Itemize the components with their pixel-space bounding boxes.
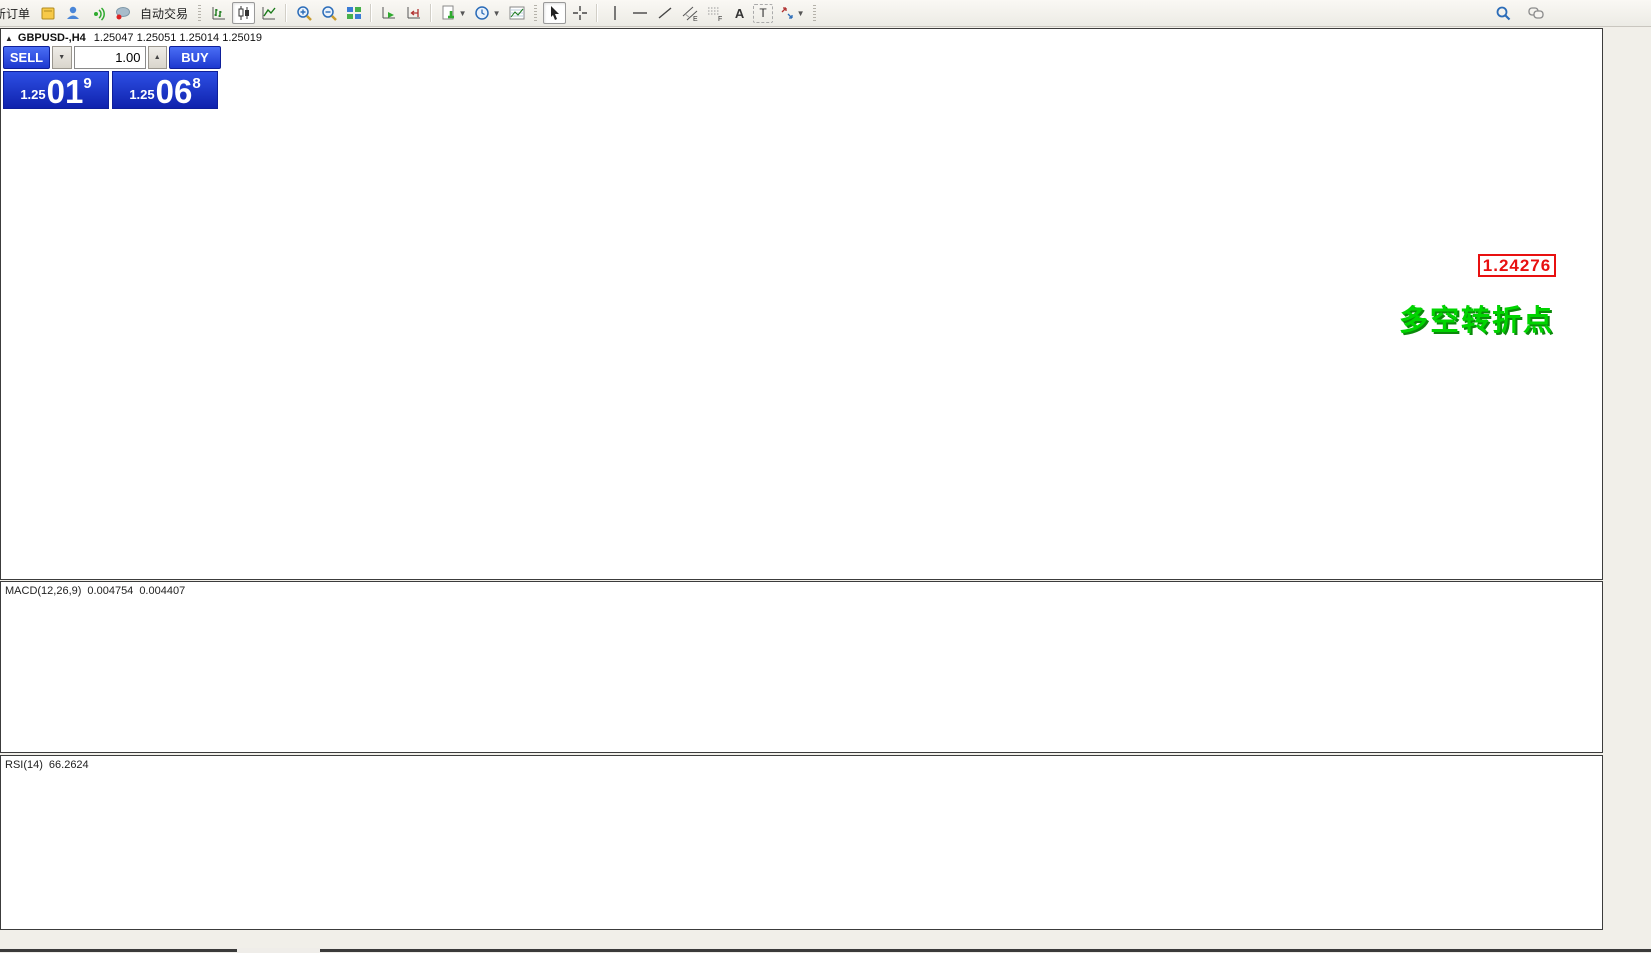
ask-big-digits: 06 — [156, 78, 193, 106]
annotation-price-box[interactable]: 1.24276 — [1478, 254, 1556, 277]
volume-input[interactable] — [74, 46, 146, 69]
toolbar-grip — [198, 5, 201, 21]
channel-letter: E — [693, 16, 698, 22]
ask-price[interactable]: 1.25 06 8 — [112, 71, 218, 109]
profile-icon[interactable] — [61, 2, 84, 24]
search-icon[interactable] — [1491, 2, 1514, 24]
bid-prefix: 1.25 — [20, 87, 45, 102]
trendline-tool-button[interactable] — [653, 2, 676, 24]
candlestick-chart[interactable] — [1, 29, 1602, 579]
sell-button[interactable]: SELL — [3, 46, 50, 69]
macd-signal-value: 0.004407 — [139, 585, 185, 597]
macd-panel[interactable]: MACD(12,26,9) 0.004754 0.004407 — [0, 581, 1603, 753]
macd-chart[interactable] — [1, 582, 1602, 752]
chart-shift-button[interactable] — [402, 2, 425, 24]
chat-icon[interactable] — [1524, 2, 1547, 24]
new-order-button[interactable]: 新订单 — [0, 3, 34, 24]
bid-big-digits: 01 — [47, 78, 84, 106]
toolbar-right-group — [1491, 2, 1547, 24]
annotation-text-label[interactable]: 多空转折点 — [1399, 297, 1554, 339]
mt4-window: 新订单 自动交易 ▼ ▼ E F A T ▼ — [0, 0, 1651, 953]
rsi-title: RSI(14) — [5, 759, 43, 771]
ohlc-values: 1.25047 1.25051 1.25014 1.25019 — [94, 32, 262, 44]
one-click-collapse-icon[interactable]: ▲ — [5, 34, 13, 43]
main-chart-panel[interactable]: ▲ GBPUSD-,H4 1.25047 1.25051 1.25014 1.250… — [0, 28, 1603, 580]
vertical-line-tool-button[interactable] — [603, 2, 626, 24]
line-chart-type-button[interactable] — [257, 2, 280, 24]
arrows-tool-button[interactable]: ▼ — [775, 2, 807, 24]
bid-pip-digit: 9 — [83, 75, 91, 92]
buy-button[interactable]: BUY — [169, 46, 221, 69]
text-tool-button[interactable]: A — [728, 2, 751, 24]
ask-pip-digit: 8 — [192, 75, 200, 92]
candlestick-chart-type-button[interactable] — [232, 2, 255, 24]
rsi-label: RSI(14) 66.2624 — [5, 759, 95, 771]
ask-prefix: 1.25 — [129, 87, 154, 102]
toolbar-separator — [596, 4, 598, 22]
autotrading-icon[interactable] — [111, 2, 134, 24]
dropdown-caret-icon: ▼ — [493, 9, 501, 18]
equidistant-channel-tool-button[interactable]: E — [678, 2, 701, 24]
price-axis[interactable] — [1603, 0, 1651, 953]
toolbar-grip — [813, 5, 816, 21]
toolbar-separator — [285, 4, 287, 22]
toolbar-grip — [534, 5, 537, 21]
zoom-in-button[interactable] — [292, 2, 315, 24]
rsi-chart[interactable] — [1, 756, 1602, 929]
volume-up-stepper[interactable]: ▲ — [148, 46, 168, 69]
time-axis[interactable] — [0, 930, 1651, 948]
rsi-value: 66.2624 — [49, 759, 89, 771]
chart-window-icon[interactable] — [36, 2, 59, 24]
volume-down-stepper[interactable]: ▼ — [52, 46, 72, 69]
bid-price[interactable]: 1.25 01 9 — [3, 71, 109, 109]
toolbar-separator — [430, 4, 432, 22]
macd-value: 0.004754 — [87, 585, 133, 597]
crosshair-tool-button[interactable] — [568, 2, 591, 24]
chart-title: ▲ GBPUSD-,H4 1.25047 1.25051 1.25014 1.250… — [5, 32, 262, 44]
scrollbar-track-segment — [0, 949, 237, 952]
scrollbar-thumb[interactable] — [320, 949, 1651, 952]
fibo-letter: F — [718, 16, 722, 22]
auto-scroll-button[interactable] — [377, 2, 400, 24]
fibonacci-tool-button[interactable]: F — [703, 2, 726, 24]
trade-controls-row: SELL ▼ ▲ BUY — [3, 46, 221, 69]
one-click-trading-panel: SELL ▼ ▲ BUY 1.25 01 9 1.25 06 8 — [3, 46, 221, 109]
periods-button[interactable]: ▼ — [471, 2, 503, 24]
text-label-tool-button[interactable]: T — [753, 4, 773, 23]
bar-chart-type-button[interactable] — [207, 2, 230, 24]
macd-label: MACD(12,26,9) 0.004754 0.004407 — [5, 585, 191, 597]
toolbar-separator — [370, 4, 372, 22]
tile-windows-button[interactable] — [342, 2, 365, 24]
rsi-panel[interactable]: RSI(14) 66.2624 — [0, 755, 1603, 930]
trade-prices-row: 1.25 01 9 1.25 06 8 — [3, 71, 221, 109]
macd-title: MACD(12,26,9) — [5, 585, 81, 597]
symbol-label: GBPUSD-,H4 — [18, 32, 86, 44]
autotrading-button[interactable]: 自动交易 — [136, 3, 192, 24]
cursor-tool-button[interactable] — [543, 2, 566, 24]
templates-button[interactable] — [505, 2, 528, 24]
toolbar: 新订单 自动交易 ▼ ▼ E F A T ▼ — [0, 0, 1651, 27]
indicators-button[interactable]: ▼ — [437, 2, 469, 24]
signal-icon[interactable] — [86, 2, 109, 24]
horizontal-line-tool-button[interactable] — [628, 2, 651, 24]
zoom-out-button[interactable] — [317, 2, 340, 24]
dropdown-caret-icon: ▼ — [459, 9, 467, 18]
dropdown-caret-icon: ▼ — [797, 9, 805, 18]
horizontal-scrollbar[interactable] — [0, 948, 1651, 953]
